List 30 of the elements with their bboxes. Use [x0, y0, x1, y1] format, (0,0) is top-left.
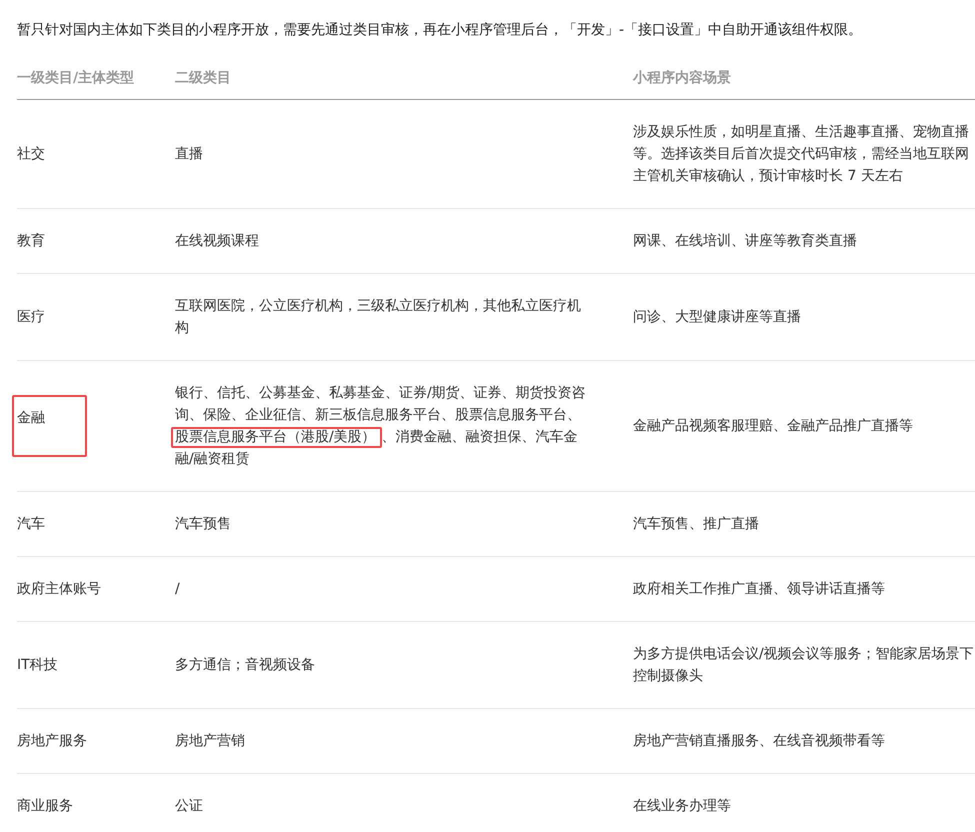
table-cell-text: 在线业务办理等 — [633, 797, 732, 816]
table-cell-text: 汽车预售 — [175, 515, 232, 534]
table-cell: 社交 — [17, 146, 45, 162]
table-cell-text: 政府相关工作推广直播、领导讲话直播等 — [633, 580, 886, 599]
table-cell-text: 互联网医院，公立医疗机构，三级私立医疗机构，其他私立医疗机构 — [175, 297, 582, 338]
table-cell-text: 为多方提供电话会议/视频会议等服务；智能家居场景下控制摄像头 — [633, 645, 975, 686]
table-cell-text: 汽车预售、推广直播 — [633, 515, 760, 534]
table-cell-text: 直播 — [175, 145, 204, 164]
column-header: 一级类目/主体类型 — [17, 70, 134, 86]
table-cell-text: 网课、在线培训、讲座等教育类直播 — [633, 232, 858, 251]
table-cell-text: / — [175, 580, 181, 599]
table-cell: 房地产服务 — [17, 733, 87, 749]
table-cell: 教育 — [17, 233, 45, 249]
column-header: 二级类目 — [175, 70, 231, 86]
table-cell: 金融 — [12, 395, 87, 457]
table-cell-text: 在线视频课程 — [175, 232, 260, 251]
table-cell: 汽车 — [17, 516, 45, 532]
table-cell-text: 问诊、大型健康讲座等直播 — [633, 308, 802, 327]
table-cell: 商业服务 — [17, 798, 73, 814]
table-cell-text: 涉及娱乐性质，如明星直播、生活趣事直播、宠物直播等。选择该类目后首次提交代码审核，需经当地互联网主管机关审核确认，预计审核时长 7 天左右 — [633, 123, 970, 186]
table-cell: 医疗 — [17, 309, 45, 325]
table-cell-text: 金融产品视频客服理赔、金融产品推广直播等 — [633, 417, 914, 436]
table-cell-text: 多方通信；音视频设备 — [175, 656, 316, 675]
table-cell: IT科技 — [17, 657, 58, 673]
intro-text: 暂只针对国内主体如下类目的小程序开放，需要先通过类目审核，再在小程序管理后台，「开发」-「接口设置」中自助开通该组件权限。 — [17, 21, 864, 40]
table-cell-text: 房地产营销直播服务、在线音视频带看等 — [633, 732, 886, 751]
table-cell: 政府主体账号 — [17, 581, 101, 597]
column-header: 小程序内容场景 — [633, 70, 731, 86]
table-cell-text: 公证 — [175, 797, 204, 816]
table-cell-text: 房地产营销 — [175, 732, 246, 751]
